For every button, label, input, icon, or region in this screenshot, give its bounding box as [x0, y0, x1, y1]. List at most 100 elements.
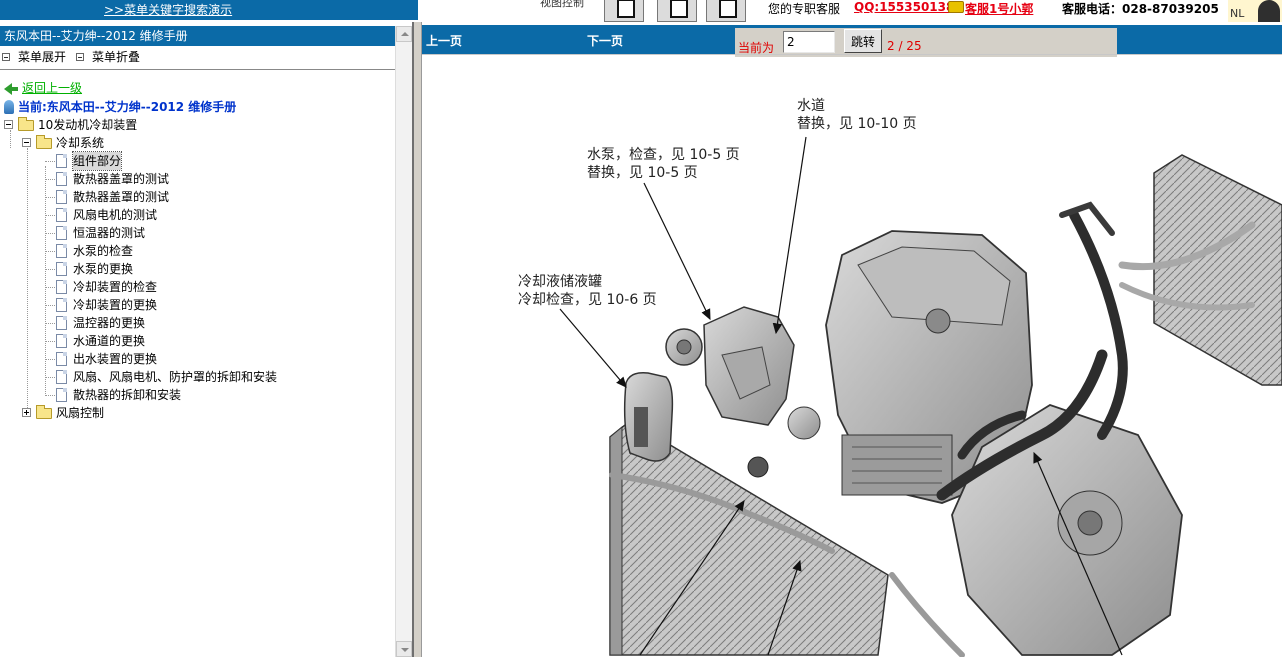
ad-banner[interactable]: NL	[1228, 0, 1282, 22]
search-demo-link[interactable]: >>菜单关键字搜索演示	[104, 1, 232, 18]
tree-connector	[45, 377, 55, 378]
collapse-toggle-icon[interactable]	[4, 120, 13, 129]
radiator-rear	[1153, 154, 1282, 386]
view-left-icon	[617, 0, 635, 18]
tree-connector	[45, 323, 55, 324]
tree-connector	[45, 359, 55, 360]
qq-chat-icon[interactable]	[948, 1, 964, 13]
folder-open-icon	[18, 117, 34, 131]
folder-closed-icon	[36, 405, 52, 419]
expand-toggle-icon[interactable]	[22, 408, 31, 417]
view-right-icon	[719, 0, 737, 18]
contact-service-link[interactable]: 客服1号小郭	[965, 0, 1033, 17]
coolant-reservoir	[623, 371, 674, 462]
view-toggle-label: 视图控制	[540, 0, 584, 9]
contact-qq-link[interactable]: QQ:1553501388	[854, 0, 963, 14]
pane-splitter[interactable]	[412, 22, 422, 657]
collapse-toggle-icon[interactable]	[22, 138, 31, 147]
tree-item-label: 恒温器的测试	[73, 226, 146, 240]
callout-water-pump: 水泵，检查，见 10-5 页 替换，见 10-5 页	[587, 146, 740, 182]
tree-item-label: 水泵的更换	[73, 262, 134, 276]
tree-item-label: 冷却装置的更换	[73, 298, 158, 312]
tree-connector	[45, 161, 55, 162]
back-arrow-icon	[4, 83, 18, 95]
person-icon	[1258, 0, 1280, 22]
document-icon	[56, 262, 67, 276]
tree-connector	[45, 197, 55, 198]
tree-connector	[45, 395, 55, 396]
next-page-link[interactable]: 下一页	[587, 32, 623, 49]
document-icon	[56, 298, 67, 312]
tree-item-label: 散热器的拆卸和安装	[73, 388, 182, 402]
view-both-panes-button[interactable]	[657, 0, 697, 22]
menu-pane: 东风本田--艾力绅--2012 维修手册 菜单展开 菜单折叠 返回上一级 当前:…	[0, 22, 412, 657]
scroll-up-icon[interactable]	[396, 26, 412, 42]
ad-text: NL	[1230, 7, 1245, 20]
tree-item-label: 散热器盖罩的测试	[73, 172, 170, 186]
document-icon	[56, 154, 67, 168]
page-total: 2 / 25	[887, 39, 922, 53]
menu-collapse-label: 菜单折叠	[92, 50, 141, 64]
menu-scrollbar[interactable]	[395, 26, 412, 657]
scroll-down-icon[interactable]	[396, 641, 412, 657]
document-icon	[56, 208, 67, 222]
callout-line: 替换，见 10-10 页	[797, 116, 917, 132]
tree-label: 10发动机冷却装置	[38, 118, 138, 132]
document-icon	[56, 370, 67, 384]
document-icon	[56, 334, 67, 348]
manual-title: 东风本田--艾力绅--2012 维修手册	[0, 26, 395, 46]
tree-item-label: 温控器的更换	[73, 316, 146, 330]
search-demo-bar: >>菜单关键字搜索演示	[0, 0, 418, 20]
engine-illustration	[559, 136, 1282, 658]
document-icon	[56, 352, 67, 366]
content-pane: 上一页 下一页 当前为 跳转 2 / 25	[422, 22, 1282, 658]
expand-icon	[2, 53, 10, 61]
folder-open-icon	[36, 135, 52, 149]
current-location-label: 当前:东风本田--艾力绅--2012 维修手册	[18, 100, 237, 114]
document-icon	[56, 190, 67, 204]
tree-label: 风扇控制	[56, 406, 105, 420]
view-right-pane-button[interactable]	[706, 0, 746, 22]
callout-reservoir: 冷却液储液罐 冷却检查，见 10-6 页	[518, 273, 657, 309]
back-link-label: 返回上一级	[22, 81, 83, 95]
page-number-input[interactable]	[783, 31, 835, 53]
document-icon	[56, 244, 67, 258]
tree-item-label: 冷却装置的检查	[73, 280, 158, 294]
tree-connector	[10, 130, 11, 148]
tree-item-label: 风扇电机的测试	[73, 208, 158, 222]
collapse-icon	[76, 53, 84, 61]
callout-water-passage: 水道 替换，见 10-10 页	[797, 97, 917, 133]
prev-page-link[interactable]: 上一页	[426, 32, 462, 49]
document-icon	[56, 280, 67, 294]
tree-connector	[45, 287, 55, 288]
contact-phone: 客服电话：028-87039205	[1062, 2, 1219, 16]
tree-label: 冷却系统	[56, 136, 105, 150]
location-icon	[4, 100, 14, 114]
tree-connector	[27, 148, 28, 414]
tree-connector	[45, 341, 55, 342]
water-pump	[665, 306, 821, 478]
callout-line: 冷却检查，见 10-6 页	[518, 292, 657, 308]
callout-line: 水道	[797, 98, 825, 114]
view-split-icon	[670, 0, 688, 18]
callout-line: 冷却液储液罐	[518, 274, 602, 290]
menu-expand-label: 菜单展开	[18, 50, 67, 64]
tree-item-label: 出水装置的更换	[73, 352, 158, 366]
tree-connector	[45, 305, 55, 306]
document-icon	[56, 388, 67, 402]
tree-connector	[45, 166, 46, 396]
tree-item-label: 风扇、风扇电机、防护罩的拆卸和安装	[73, 370, 278, 384]
divider	[0, 69, 395, 70]
jump-button[interactable]: 跳转	[844, 29, 882, 53]
callout-line: 替换，见 10-5 页	[587, 165, 698, 181]
page-jump-box: 当前为 跳转 2 / 25	[735, 28, 1117, 57]
tree-item-label: 水泵的检查	[73, 244, 134, 258]
tree-connector	[45, 251, 55, 252]
tree-item-label: 组件部分	[71, 151, 123, 171]
document-icon	[56, 172, 67, 186]
view-left-pane-button[interactable]	[604, 0, 644, 22]
tree-connector	[45, 233, 55, 234]
top-bar: >>菜单关键字搜索演示 视图控制 您的专职客服 QQ:1553501388 客服…	[0, 0, 1282, 22]
tree-connector	[45, 179, 55, 180]
tree-connector	[45, 269, 55, 270]
